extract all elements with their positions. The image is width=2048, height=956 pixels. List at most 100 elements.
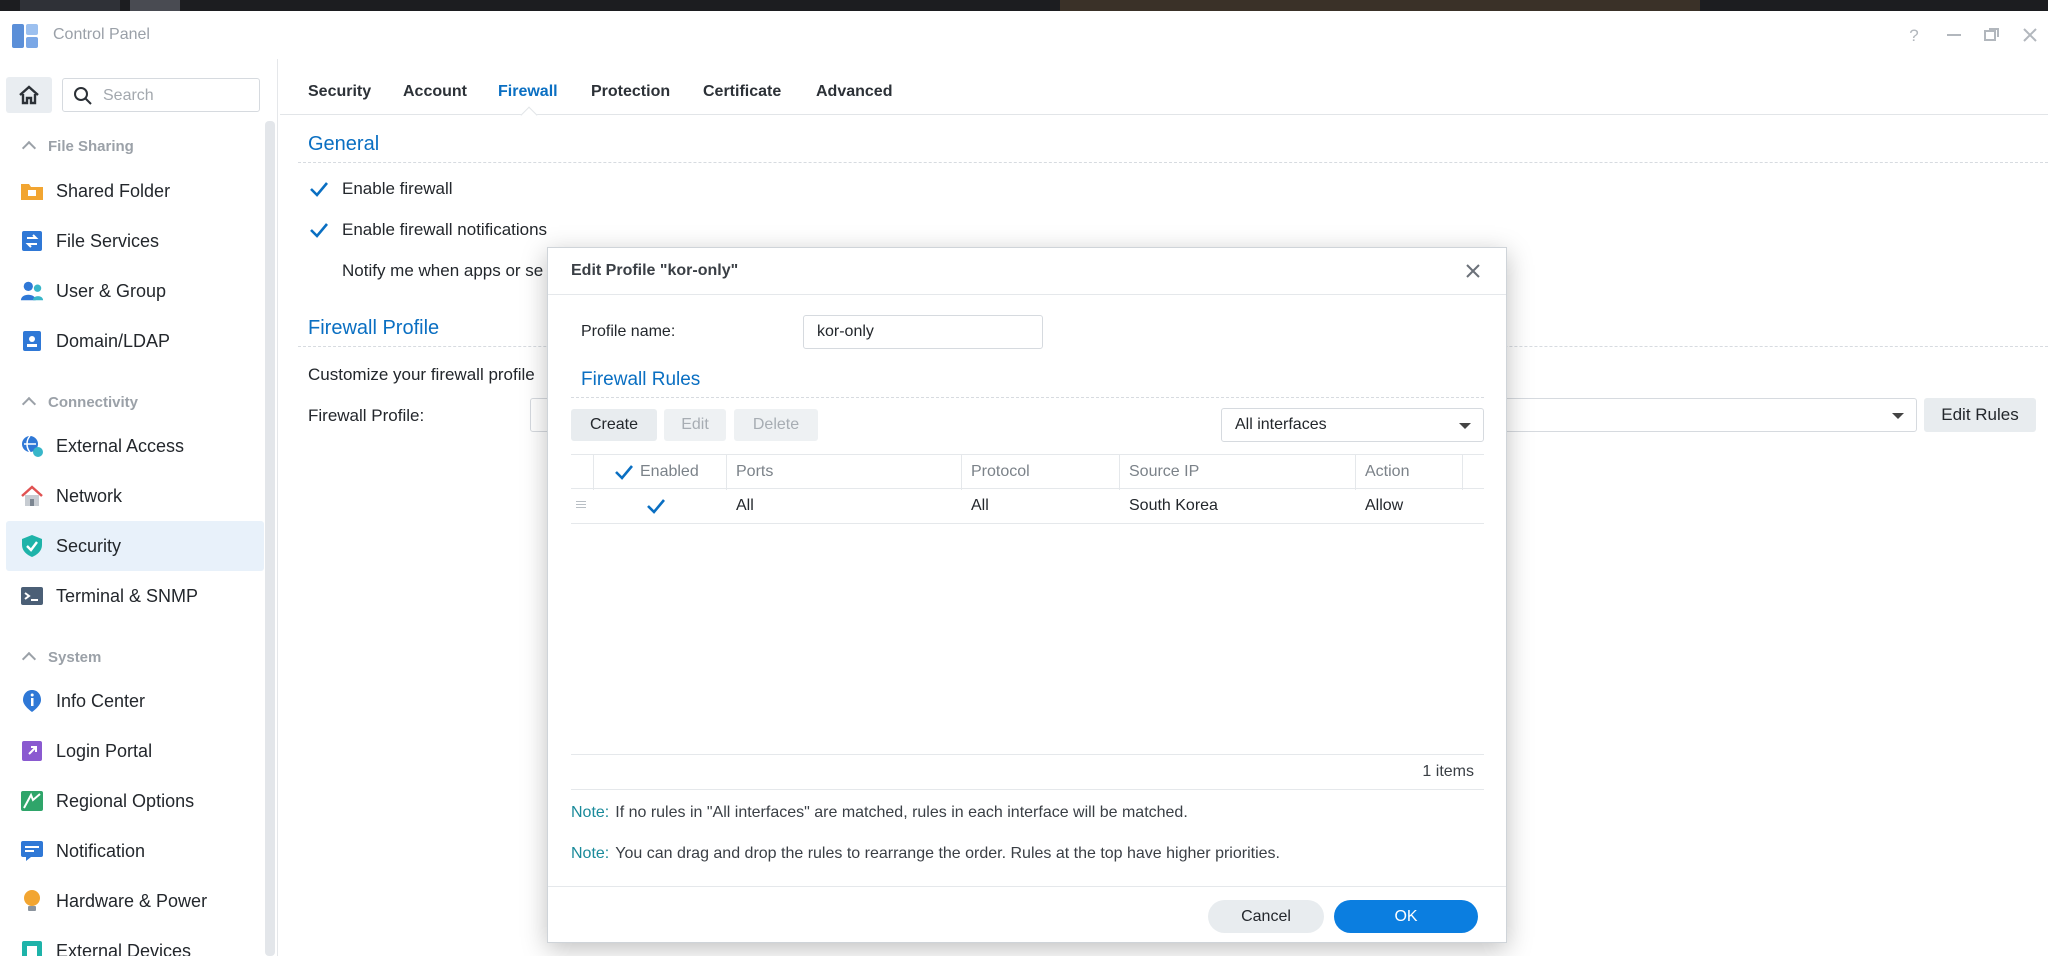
sidebar-item-info-center[interactable]: Info Center xyxy=(6,676,264,726)
rule-ports: All xyxy=(736,497,754,514)
network-icon xyxy=(20,484,44,508)
tab-divider xyxy=(280,114,2048,115)
enable-notifications-checkbox[interactable] xyxy=(309,220,329,240)
title-bar: Control Panel ? xyxy=(0,11,2048,59)
rule-enabled-checkbox[interactable] xyxy=(646,496,666,516)
enable-firewall-checkbox[interactable] xyxy=(309,179,329,199)
sidebar-item-user-group[interactable]: User & Group xyxy=(6,266,264,316)
create-rule-button[interactable]: Create xyxy=(571,409,657,441)
help-icon[interactable]: ? xyxy=(1902,23,1926,47)
enable-firewall-label: Enable firewall xyxy=(342,179,453,198)
tab-security[interactable]: Security xyxy=(308,83,371,101)
general-divider xyxy=(298,162,2048,163)
interface-select[interactable]: All interfaces xyxy=(1221,408,1484,442)
home-button[interactable] xyxy=(6,77,52,113)
sidebar-item-external-devices[interactable]: External Devices xyxy=(6,926,264,956)
tab-account[interactable]: Account xyxy=(403,83,467,101)
table-row[interactable]: All All South Korea Allow xyxy=(571,489,1484,524)
select-all-checkbox[interactable] xyxy=(614,462,634,482)
column-header-protocol[interactable]: Protocol xyxy=(971,463,1030,481)
cancel-button[interactable]: Cancel xyxy=(1208,900,1324,933)
sidebar-item-terminal-snmp[interactable]: Terminal & SNMP xyxy=(6,571,264,621)
close-window-icon[interactable] xyxy=(2018,23,2042,47)
sidebar-item-label: External Access xyxy=(56,435,185,456)
firewall-profile-label: Firewall Profile: xyxy=(308,406,425,425)
active-tab-indicator xyxy=(520,106,538,124)
column-separator xyxy=(1119,455,1120,490)
sidebar-item-label: Notification xyxy=(56,840,146,861)
sidebar-item-security[interactable]: Security xyxy=(6,521,264,571)
note-interfaces: Note: If no rules in "All interfaces" are… xyxy=(571,804,1188,822)
sidebar-item-shared-folder[interactable]: Shared Folder xyxy=(6,166,264,216)
delete-rule-button[interactable]: Delete xyxy=(734,409,818,441)
sidebar-item-label: Security xyxy=(56,535,122,556)
dialog-title: Edit Profile "kor-only" xyxy=(571,262,739,279)
section-connectivity[interactable]: Connectivity xyxy=(21,394,138,412)
sidebar-item-notification[interactable]: Notification xyxy=(6,826,264,876)
firewall-rules-divider xyxy=(571,397,1484,398)
search-icon xyxy=(74,87,92,105)
sidebar-item-file-services[interactable]: File Services xyxy=(6,216,264,266)
external-access-icon xyxy=(20,434,44,458)
sidebar-scrollbar[interactable] xyxy=(265,121,275,956)
column-header-action[interactable]: Action xyxy=(1365,463,1409,481)
rule-source-ip: South Korea xyxy=(1129,497,1218,514)
ok-button[interactable]: OK xyxy=(1334,900,1478,933)
login-portal-icon xyxy=(20,739,44,763)
sidebar: Search File Sharing Shared Folder File S… xyxy=(0,59,278,956)
minimize-icon[interactable] xyxy=(1942,23,1966,47)
column-header-enabled[interactable]: Enabled xyxy=(640,463,699,481)
chevron-up-icon xyxy=(21,651,37,667)
window-title: Control Panel xyxy=(53,26,150,43)
tab-protection[interactable]: Protection xyxy=(591,83,670,101)
desktop-strip-block xyxy=(130,0,180,11)
column-separator xyxy=(726,455,727,490)
checkmark-icon xyxy=(647,499,665,514)
chevron-up-icon xyxy=(21,140,37,156)
home-icon xyxy=(19,85,39,105)
sidebar-item-label: Domain/LDAP xyxy=(56,330,171,351)
sidebar-item-domain-ldap[interactable]: Domain/LDAP xyxy=(6,316,264,366)
sidebar-item-label: Terminal & SNMP xyxy=(56,585,199,606)
column-separator xyxy=(593,455,594,490)
external-devices-icon xyxy=(20,939,44,956)
sidebar-item-external-access[interactable]: External Access xyxy=(6,421,264,471)
column-separator xyxy=(961,455,962,490)
drag-handle-icon[interactable] xyxy=(576,501,586,510)
info-center-icon xyxy=(20,689,44,713)
firewall-profile-description: Customize your firewall profile xyxy=(308,365,535,384)
column-header-ports[interactable]: Ports xyxy=(736,463,773,481)
table-header: Enabled Ports Protocol Source IP Action xyxy=(571,454,1484,490)
edit-rules-button[interactable]: Edit Rules xyxy=(1924,398,2036,432)
search-input[interactable]: Search xyxy=(62,78,260,112)
sidebar-item-network[interactable]: Network xyxy=(6,471,264,521)
column-separator xyxy=(1355,455,1356,490)
note-drag-drop: Note: You can drag and drop the rules to … xyxy=(571,845,1280,863)
section-system[interactable]: System xyxy=(21,649,102,667)
sidebar-item-label: Info Center xyxy=(56,690,146,711)
desktop-strip xyxy=(0,0,2048,11)
restore-icon[interactable] xyxy=(1980,23,2004,47)
close-icon[interactable] xyxy=(1464,262,1482,280)
sidebar-item-hardware-power[interactable]: Hardware & Power xyxy=(6,876,264,926)
notify-description: Notify me when apps or se xyxy=(342,261,544,280)
file-services-icon xyxy=(20,229,44,253)
column-header-source-ip[interactable]: Source IP xyxy=(1129,463,1199,481)
sidebar-item-regional-options[interactable]: Regional Options xyxy=(6,776,264,826)
sidebar-item-label: Network xyxy=(56,485,123,506)
general-heading: General xyxy=(308,133,380,155)
sidebar-item-label: File Services xyxy=(56,230,160,251)
sidebar-item-label: External Devices xyxy=(56,940,192,956)
section-file-sharing[interactable]: File Sharing xyxy=(21,138,134,156)
tab-certificate[interactable]: Certificate xyxy=(703,83,781,101)
dropdown-caret-icon xyxy=(1459,423,1471,429)
firewall-rules-heading: Firewall Rules xyxy=(581,369,701,390)
tab-firewall[interactable]: Firewall xyxy=(498,83,558,101)
section-label: System xyxy=(48,649,102,666)
edit-rule-button[interactable]: Edit xyxy=(664,409,726,441)
profile-name-input[interactable] xyxy=(803,315,1043,349)
sidebar-item-login-portal[interactable]: Login Portal xyxy=(6,726,264,776)
tab-advanced[interactable]: Advanced xyxy=(816,83,892,101)
sidebar-item-label: User & Group xyxy=(56,280,167,301)
user-group-icon xyxy=(20,279,44,303)
